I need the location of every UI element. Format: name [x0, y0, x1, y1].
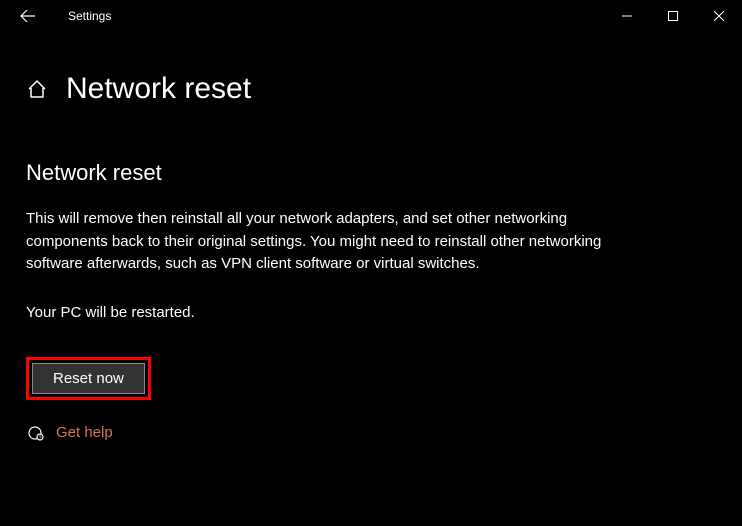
titlebar: Settings	[0, 0, 742, 32]
content-area: Network reset Network reset This will re…	[0, 32, 742, 442]
help-link-row: ? Get help	[26, 424, 716, 442]
restart-notice: Your PC will be restarted.	[26, 304, 716, 321]
arrow-left-icon	[20, 8, 36, 24]
highlight-box: Reset now	[26, 357, 151, 400]
back-button[interactable]	[8, 0, 48, 32]
section-title: Network reset	[26, 160, 716, 186]
close-button[interactable]	[696, 0, 742, 32]
maximize-icon	[668, 11, 678, 21]
page-header: Network reset	[26, 72, 716, 106]
minimize-icon	[622, 11, 632, 21]
window-controls	[604, 0, 742, 32]
svg-text:?: ?	[39, 435, 42, 441]
app-title: Settings	[68, 9, 111, 23]
help-icon: ?	[26, 424, 44, 442]
home-icon[interactable]	[26, 78, 48, 100]
description-text: This will remove then reinstall all your…	[26, 208, 616, 276]
maximize-button[interactable]	[650, 0, 696, 32]
reset-now-button[interactable]: Reset now	[32, 363, 145, 394]
page-title: Network reset	[66, 72, 251, 106]
get-help-link[interactable]: Get help	[56, 424, 113, 441]
close-icon	[714, 11, 724, 21]
minimize-button[interactable]	[604, 0, 650, 32]
